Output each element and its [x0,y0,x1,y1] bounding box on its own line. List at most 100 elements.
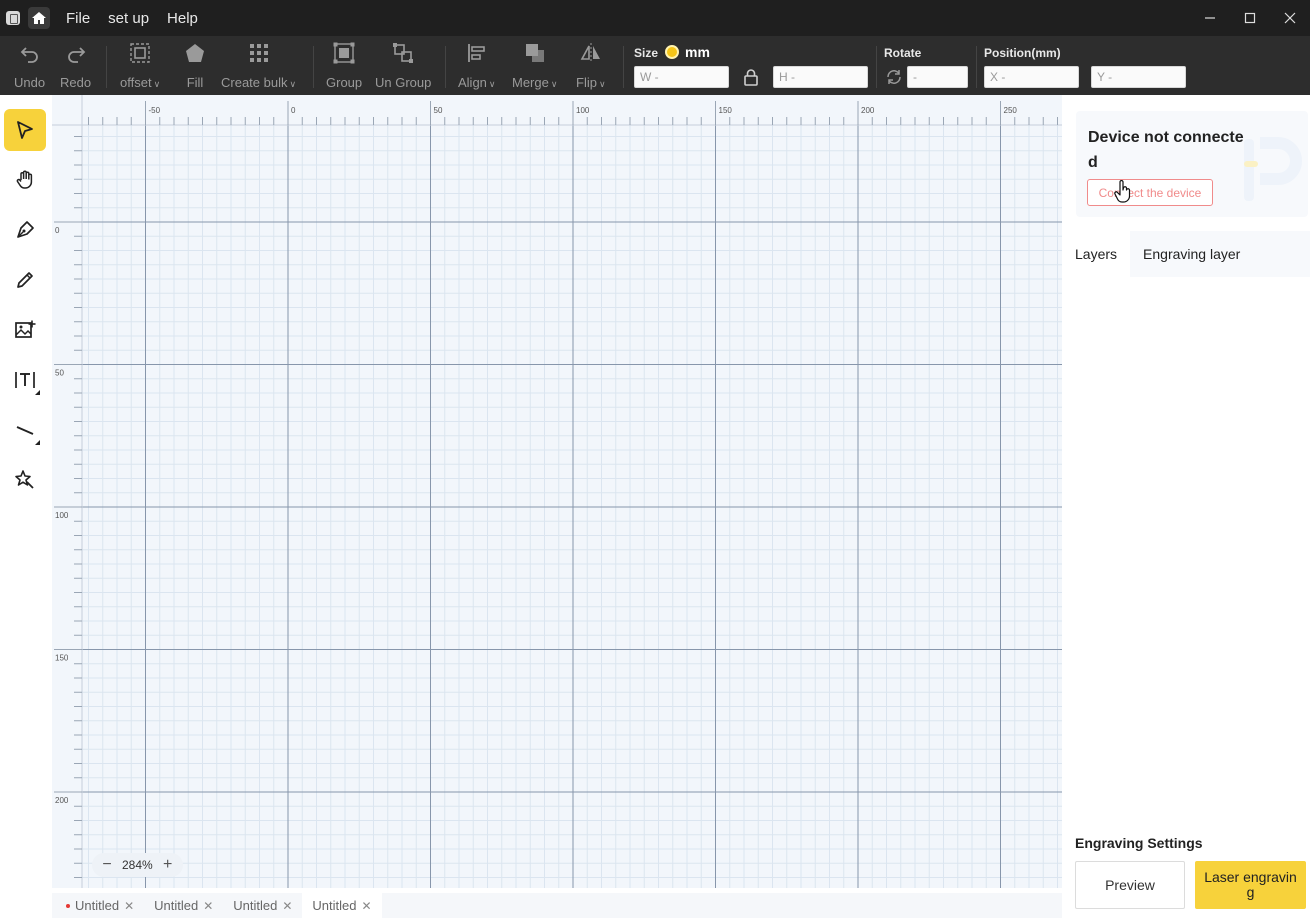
tab-engraving-layer[interactable]: Engraving layer [1130,231,1310,277]
merge-label: Merge [512,75,549,90]
align-left-icon [467,44,485,62]
pencil-tool[interactable] [4,259,46,301]
toolbar-divider [313,46,314,88]
chevron-down-icon: ∨ [598,79,606,89]
lock-icon[interactable] [742,68,760,86]
unit-toggle[interactable] [665,45,679,59]
zoom-control: − 284% + [92,853,183,877]
text-tool[interactable] [4,359,46,401]
connect-device-button[interactable]: Connect the device [1087,179,1213,206]
laser-engraving-button[interactable]: Laser engraving [1195,861,1306,909]
right-panel: Device not connected Connect the device … [1062,95,1310,918]
size-title: Size [634,46,659,60]
ruler-x-label: 0 [291,106,296,115]
document-tabs: Untitled ✕ Untitled ✕ Untitled ✕ Untitle… [52,893,1062,918]
doc-tab-label: Untitled [75,898,120,913]
doc-tab[interactable]: Untitled ✕ [223,893,302,918]
minimize-button[interactable] [1190,0,1230,36]
undo-button[interactable]: Undo [14,42,45,90]
close-tab-icon[interactable]: ✕ [203,899,213,913]
unit-label: mm [685,44,710,60]
redo-button[interactable]: Redo [60,42,91,90]
rotate-icon[interactable] [885,68,903,86]
pointer-hand-icon [1114,180,1131,203]
home-button[interactable] [28,7,50,29]
redo-icon [67,47,85,63]
minimize-icon [1205,17,1215,19]
design-canvas[interactable]: -50 0 50 100 150 200 250 0 50 100 150 200 − 284% + [52,95,1062,888]
ruler-y-label: 100 [55,511,69,520]
merge-button[interactable]: Merge ∨ [512,42,557,90]
ruler-y-label: 50 [55,369,64,378]
image-tool[interactable] [4,309,46,351]
offset-button[interactable]: offset ∨ [120,42,160,90]
hand-tool[interactable] [4,159,46,201]
flip-label: Flip [576,75,597,90]
doc-tab-label: Untitled [233,898,278,913]
group-label: Group [326,75,363,90]
magic-tool[interactable] [4,459,46,501]
ruler-y-label: 0 [55,226,60,235]
unsaved-dot-icon [66,903,70,908]
create-bulk-button[interactable]: Create bulk ∨ [221,42,296,90]
select-tool[interactable] [4,109,46,151]
engraving-settings-title: Engraving Settings [1075,835,1203,851]
magic-star-icon [15,470,34,489]
fill-label: Fill [186,75,204,90]
preview-button[interactable]: Preview [1075,861,1185,909]
doc-tab[interactable]: Untitled ✕ [144,893,223,918]
maximize-button[interactable] [1230,0,1270,36]
create-bulk-label: Create bulk [221,75,288,90]
zoom-in-button[interactable]: + [159,856,177,874]
close-tab-icon[interactable]: ✕ [362,899,372,913]
zoom-out-button[interactable]: − [98,856,116,874]
merge-icon [525,44,544,62]
toolbar-divider [445,46,446,88]
position-x-input[interactable]: X - [984,66,1079,88]
submenu-corner-icon [35,390,40,395]
toolbar-divider [976,46,977,88]
submenu-corner-icon [35,440,40,445]
align-label: Align [458,75,487,90]
doc-tab[interactable]: Untitled ✕ [56,893,144,918]
rotate-input[interactable]: - [907,66,968,88]
position-y-input[interactable]: Y - [1091,66,1186,88]
chevron-down-icon: ∨ [488,79,496,89]
width-input[interactable]: W - [634,66,729,88]
zoom-level: 284% [122,858,153,872]
group-button[interactable]: Group [326,42,362,90]
align-button[interactable]: Align ∨ [458,42,496,90]
menu-help[interactable]: Help [167,10,198,27]
app-window: File set up Help Undo Redo offset ∨ Fill… [0,0,1310,918]
fill-button[interactable]: Fill [184,42,206,90]
ruler-y-label: 150 [55,654,69,663]
offset-label: offset [120,75,152,90]
brand-watermark-icon [1244,137,1302,201]
pen-tool[interactable] [4,209,46,251]
pencil-icon [17,272,33,288]
ungroup-button[interactable]: Un Group [375,42,431,90]
panel-tabs: Layers Engraving layer [1062,231,1310,277]
height-input[interactable]: H - [773,66,868,88]
close-button[interactable] [1270,0,1310,36]
toolbar-divider [876,46,877,88]
flip-button[interactable]: Flip ∨ [576,42,606,90]
position-title: Position(mm) [984,46,1061,60]
ruler-y-label: 200 [55,796,69,805]
line-tool[interactable] [4,409,46,451]
menu-file[interactable]: File [66,10,90,27]
close-tab-icon[interactable]: ✕ [282,899,292,913]
group-icon [333,42,355,64]
tab-layers[interactable]: Layers [1062,231,1130,277]
close-tab-icon[interactable]: ✕ [124,899,134,913]
chevron-down-icon: ∨ [289,79,297,89]
ruler-x-label: 50 [434,106,443,115]
title-bar: File set up Help [0,0,1310,36]
doc-tab-active[interactable]: Untitled ✕ [302,893,382,918]
redo-label: Redo [60,75,92,90]
rotate-title: Rotate [884,46,922,60]
menu-setup[interactable]: set up [108,10,149,27]
ungroup-label: Un Group [375,75,432,90]
doc-tab-label: Untitled [312,898,357,913]
home-icon [32,12,46,24]
